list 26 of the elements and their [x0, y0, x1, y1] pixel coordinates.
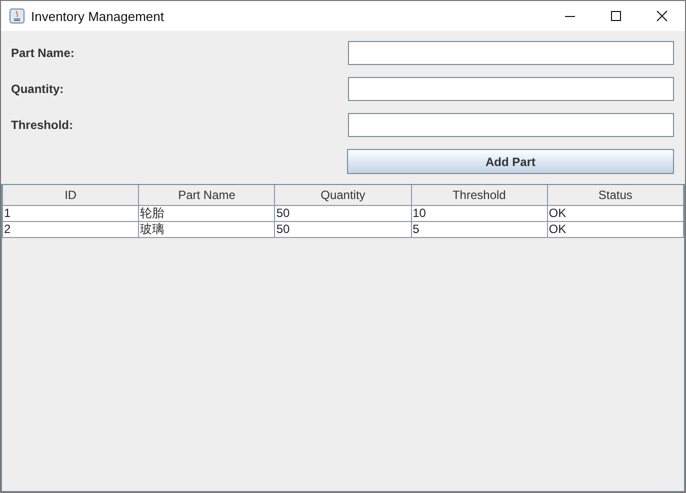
- table-cell: OK: [547, 206, 684, 222]
- table-cell: 50: [274, 222, 412, 238]
- field-label: Part Name:: [11, 46, 74, 60]
- table-cell: 5: [411, 222, 548, 238]
- table-cell: 50: [274, 206, 412, 222]
- table-cell: 玻璃: [138, 222, 275, 238]
- table-cell: 2: [2, 222, 139, 238]
- column-header[interactable]: Part Name: [138, 185, 275, 206]
- column-header[interactable]: Threshold: [411, 185, 548, 206]
- input-field[interactable]: [348, 77, 674, 101]
- maximize-icon: [610, 10, 622, 22]
- column-header[interactable]: ID: [2, 185, 139, 206]
- input-field[interactable]: [348, 41, 674, 65]
- table-cell: 10: [411, 206, 548, 222]
- add-part-button[interactable]: Add Part: [347, 149, 674, 174]
- table-cell: OK: [547, 222, 684, 238]
- input-field[interactable]: [348, 113, 674, 137]
- field-label: Threshold:: [11, 118, 73, 132]
- field-label: Quantity:: [11, 82, 64, 96]
- window-title: Inventory Management: [31, 8, 164, 24]
- column-header[interactable]: Quantity: [274, 185, 412, 206]
- table-cell: 1: [2, 206, 139, 222]
- app-icon: [9, 8, 25, 24]
- table-cell: 轮胎: [138, 206, 275, 222]
- column-header[interactable]: Status: [547, 185, 684, 206]
- close-icon: [656, 10, 668, 22]
